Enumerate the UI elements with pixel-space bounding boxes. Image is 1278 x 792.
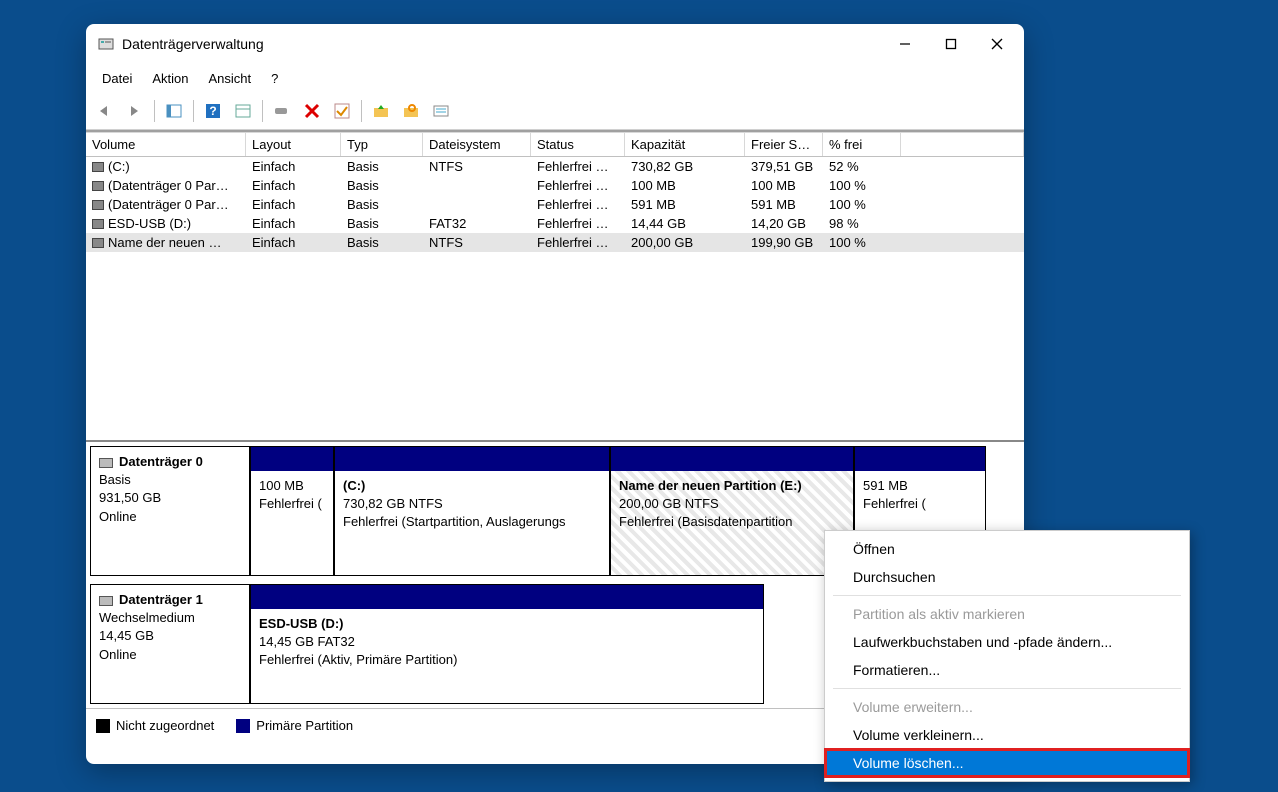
partition[interactable]: ESD-USB (D:)14,45 GB FAT32Fehlerfrei (Ak… <box>250 584 764 704</box>
disk0-size: 931,50 GB <box>99 489 241 507</box>
list-icon[interactable] <box>428 98 454 124</box>
disk1-type: Wechselmedium <box>99 609 241 627</box>
partition[interactable]: (C:)730,82 GB NTFSFehlerfrei (Startparti… <box>334 446 610 576</box>
folder-up-icon[interactable] <box>368 98 394 124</box>
ctx-delete-volume[interactable]: Volume löschen... <box>825 749 1189 777</box>
disk1-size: 14,45 GB <box>99 627 241 645</box>
settings-icon[interactable] <box>230 98 256 124</box>
menubar: Datei Aktion Ansicht ? <box>86 64 1024 92</box>
nav-forward-button[interactable] <box>122 98 148 124</box>
context-menu: Öffnen Durchsuchen Partition als aktiv m… <box>824 530 1190 782</box>
ctx-format[interactable]: Formatieren... <box>825 656 1189 684</box>
col-status[interactable]: Status <box>531 132 625 156</box>
volume-row[interactable]: ESD-USB (D:)EinfachBasisFAT32Fehlerfrei … <box>86 214 1024 233</box>
legend-primary: Primäre Partition <box>236 718 353 734</box>
menu-help[interactable]: ? <box>261 68 288 89</box>
volume-list-header: Volume Layout Typ Dateisystem Status Kap… <box>86 132 1024 157</box>
disk-icon <box>99 596 113 606</box>
app-icon <box>98 36 114 52</box>
ctx-open[interactable]: Öffnen <box>825 535 1189 563</box>
disk0-type: Basis <box>99 471 241 489</box>
disk-icon <box>99 458 113 468</box>
disk0-info[interactable]: Datenträger 0 Basis 931,50 GB Online <box>90 446 250 576</box>
col-capacity[interactable]: Kapazität <box>625 132 745 156</box>
disk1-name: Datenträger 1 <box>119 592 203 607</box>
col-type[interactable]: Typ <box>341 132 423 156</box>
legend-unallocated: Nicht zugeordnet <box>96 718 214 734</box>
volume-row[interactable]: (Datenträger 0 Par…EinfachBasisFehlerfre… <box>86 176 1024 195</box>
disk1-state: Online <box>99 646 241 664</box>
volume-list: Volume Layout Typ Dateisystem Status Kap… <box>86 130 1024 440</box>
close-button[interactable] <box>974 24 1020 64</box>
check-icon[interactable] <box>329 98 355 124</box>
help-icon[interactable]: ? <box>200 98 226 124</box>
ctx-extend: Volume erweitern... <box>825 693 1189 721</box>
col-free[interactable]: Freier S… <box>745 132 823 156</box>
volume-row[interactable]: Name der neuen …EinfachBasisNTFSFehlerfr… <box>86 233 1024 252</box>
ctx-mark-active: Partition als aktiv markieren <box>825 600 1189 628</box>
col-pctfree[interactable]: % frei <box>823 132 901 156</box>
col-spacer <box>901 132 1024 156</box>
ctx-shrink[interactable]: Volume verkleinern... <box>825 721 1189 749</box>
col-filesystem[interactable]: Dateisystem <box>423 132 531 156</box>
toolbar: ? <box>86 92 1024 130</box>
volume-row[interactable]: (Datenträger 0 Par…EinfachBasisFehlerfre… <box>86 195 1024 214</box>
delete-icon[interactable] <box>299 98 325 124</box>
disk1-info[interactable]: Datenträger 1 Wechselmedium 14,45 GB Onl… <box>90 584 250 704</box>
minimize-button[interactable] <box>882 24 928 64</box>
svg-text:?: ? <box>209 104 216 118</box>
ctx-browse[interactable]: Durchsuchen <box>825 563 1189 591</box>
menu-view[interactable]: Ansicht <box>199 68 262 89</box>
partition[interactable]: 100 MBFehlerfrei ( <box>250 446 334 576</box>
volume-row[interactable]: (C:)EinfachBasisNTFSFehlerfrei …730,82 G… <box>86 157 1024 176</box>
disk0-name: Datenträger 0 <box>119 454 203 469</box>
show-hide-button[interactable] <box>161 98 187 124</box>
titlebar: Datenträgerverwaltung <box>86 24 1024 64</box>
connect-icon[interactable] <box>269 98 295 124</box>
menu-file[interactable]: Datei <box>92 68 142 89</box>
col-volume[interactable]: Volume <box>86 132 246 156</box>
partition[interactable]: Name der neuen Partition (E:)200,00 GB N… <box>610 446 854 576</box>
ctx-change-letter[interactable]: Laufwerkbuchstaben und -pfade ändern... <box>825 628 1189 656</box>
folder-key-icon[interactable] <box>398 98 424 124</box>
volume-list-body[interactable]: (C:)EinfachBasisNTFSFehlerfrei …730,82 G… <box>86 157 1024 440</box>
nav-back-button[interactable] <box>92 98 118 124</box>
disk0-state: Online <box>99 508 241 526</box>
col-layout[interactable]: Layout <box>246 132 341 156</box>
menu-action[interactable]: Aktion <box>142 68 198 89</box>
window-title: Datenträgerverwaltung <box>122 36 882 52</box>
maximize-button[interactable] <box>928 24 974 64</box>
